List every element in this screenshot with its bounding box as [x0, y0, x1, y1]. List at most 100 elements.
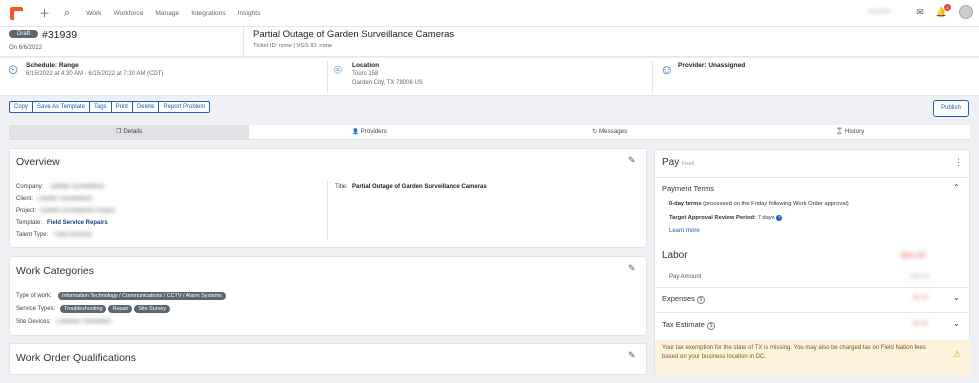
template-link[interactable]: Field Service Repairs	[47, 220, 108, 226]
tags-button[interactable]: Tags	[90, 102, 112, 112]
chevron-down-icon[interactable]: ⌄	[953, 293, 960, 302]
tab-messages[interactable]: ↻ Messages	[490, 125, 730, 139]
tab-history[interactable]: ⌛ History	[730, 125, 970, 139]
search-icon[interactable]: ⌕	[64, 7, 70, 20]
chevron-up-icon[interactable]: ⌃	[953, 183, 960, 192]
location-label: Location	[352, 62, 380, 69]
work-categories-title: Work Categories	[16, 265, 95, 277]
terms-bold: 0-day terms	[669, 201, 702, 207]
top-nav: ＋ ⌕ Work Workforce Manage Integrations I…	[0, 0, 979, 27]
field-nation-logo[interactable]	[10, 6, 23, 20]
company-label: Company:	[16, 184, 44, 190]
expenses-row[interactable]: Expenses $	[662, 294, 706, 304]
title-label: Title:	[335, 184, 348, 190]
info-icon[interactable]: ?	[776, 215, 783, 221]
info-circle-icon[interactable]: $	[707, 322, 716, 330]
work-order-number: #31939	[42, 29, 78, 41]
hourglass-icon: ⌛	[835, 128, 844, 135]
overview-title: Overview	[16, 156, 60, 168]
status-badge: Draft	[9, 30, 39, 38]
title-value: Partial Outage of Garden Surveillance Ca…	[352, 184, 487, 190]
company-value: Garden Surveillance	[50, 184, 105, 190]
divider	[243, 27, 244, 57]
divider	[655, 287, 971, 288]
pay-amount-value: $00.00	[911, 274, 930, 280]
provider-icon: ☺	[660, 62, 674, 77]
nav-manage[interactable]: Manage	[155, 10, 179, 17]
expenses-amount: $0.00	[913, 295, 929, 301]
service-pill: Site Survey	[134, 305, 170, 313]
type-of-work-pill: Information Technology / Communications …	[58, 292, 226, 300]
edit-pencil-icon[interactable]: ✎	[628, 155, 636, 166]
pay-title: Pay Fixed	[662, 157, 694, 168]
nav-work[interactable]: Work	[86, 10, 101, 17]
learn-more-link[interactable]: Learn more	[669, 228, 700, 234]
project-label: Project:	[16, 208, 37, 214]
tab-label: Providers	[360, 128, 387, 135]
bell-icon[interactable]: 🔔 1	[936, 3, 951, 18]
action-toolbar: Copy Save As Template Tags Print Delete …	[9, 101, 211, 113]
account-name[interactable]: Account	[869, 9, 891, 15]
talent-type-value: Field Services	[54, 232, 92, 238]
tab-label: Details	[123, 128, 143, 135]
tax-estimate-row[interactable]: Tax Estimate $	[662, 320, 716, 330]
mail-icon[interactable]: ✉	[916, 7, 924, 18]
divider	[655, 312, 971, 313]
payment-terms-text: 0-day terms (processed on the Friday fol…	[669, 201, 849, 207]
approval-rest: 7 days	[755, 215, 775, 221]
tab-providers[interactable]: 👤 Providers	[249, 125, 489, 139]
publish-button[interactable]: Publish	[933, 100, 969, 117]
nav-insights[interactable]: Insights	[238, 10, 261, 17]
location-pin-icon: ⌾	[334, 62, 342, 77]
service-pill: Repair	[108, 305, 133, 313]
terms-rest: (processed on the Friday following Work …	[701, 201, 849, 207]
warning-icon: ⚠	[953, 349, 962, 359]
nav-integrations[interactable]: Integrations	[191, 10, 225, 17]
location-line1: Tours 158	[352, 71, 379, 77]
person-icon: 👤	[352, 129, 359, 135]
labor-title: Labor	[662, 250, 688, 261]
avatar[interactable]	[959, 5, 973, 19]
tax-warning: Your tax exemption for the state of TX i…	[655, 340, 971, 376]
provider-label: Provider: Unassigned	[678, 62, 746, 69]
pay-type: Fixed	[682, 161, 695, 167]
template-label: Template:	[16, 220, 43, 226]
site-devices-label: Site Devices:	[16, 319, 52, 325]
qualifications-title: Work Order Qualifications	[16, 352, 137, 364]
divider	[327, 180, 328, 240]
edit-pencil-icon[interactable]: ✎	[628, 350, 636, 361]
divider	[652, 61, 653, 93]
clock-icon: ⏲	[8, 62, 19, 77]
page-title: Partial Outage of Garden Surveillance Ca…	[253, 29, 455, 40]
expenses-label: Expenses	[662, 294, 695, 303]
tab-label: History	[844, 128, 865, 135]
overview-card	[9, 148, 647, 248]
save-as-template-button[interactable]: Save As Template	[33, 102, 90, 112]
edit-pencil-icon[interactable]: ✎	[628, 263, 636, 274]
plus-icon[interactable]: ＋	[39, 5, 50, 21]
tab-details[interactable]: ❐ Details	[9, 125, 250, 139]
payment-terms-title[interactable]: Payment Terms	[662, 184, 714, 193]
tax-label: Tax Estimate	[662, 320, 705, 329]
type-of-work-label: Type of work:	[16, 293, 52, 299]
service-types-label: Service Types:	[16, 306, 56, 312]
report-problem-button[interactable]: Report Problem	[159, 102, 209, 112]
info-circle-icon[interactable]: $	[697, 296, 706, 304]
client-value: Garden Surveillance	[38, 196, 93, 202]
chevron-down-icon[interactable]: ⌄	[953, 319, 960, 328]
print-button[interactable]: Print	[112, 102, 133, 112]
tax-warning-text: Your tax exemption for the state of TX i…	[662, 345, 926, 360]
copy-button[interactable]: Copy	[10, 102, 34, 112]
divider	[327, 61, 328, 93]
labor-amount: $00.00	[901, 251, 926, 260]
service-pill: Troubleshooting	[60, 305, 107, 313]
nav-workforce[interactable]: Workforce	[113, 10, 143, 17]
approval-bold: Target Approval Review Period:	[669, 215, 756, 221]
details-icon: ❐	[116, 128, 122, 135]
pay-title-text: Pay	[662, 157, 680, 168]
more-vertical-icon[interactable]: ⋮	[954, 157, 963, 168]
tax-amount: $0.00	[913, 321, 929, 327]
schedule-value: 6/15/2022 at 4:30 AM - 6/15/2022 at 7:30…	[26, 71, 164, 77]
divider	[655, 177, 971, 178]
delete-button[interactable]: Delete	[133, 102, 160, 112]
